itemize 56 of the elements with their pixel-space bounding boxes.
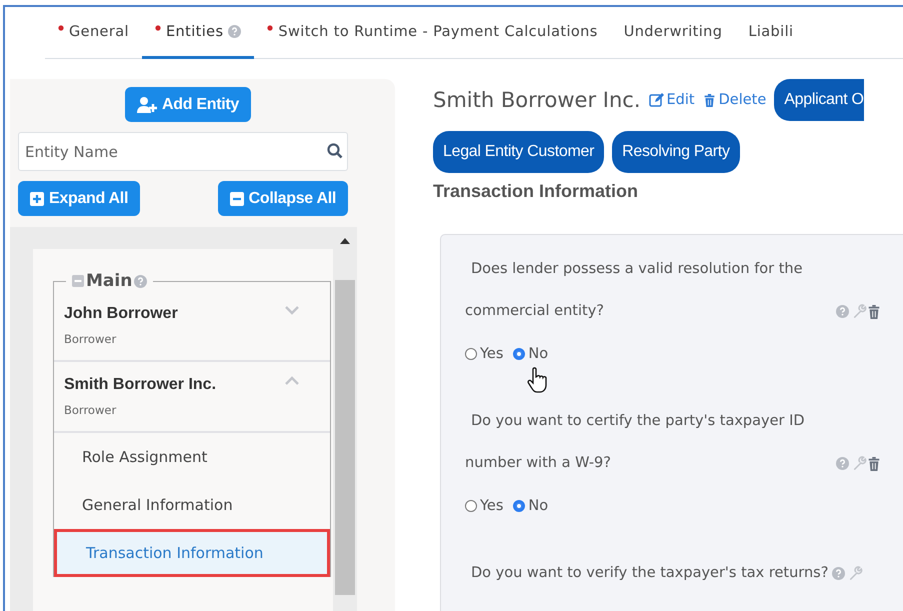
help-icon bbox=[836, 305, 849, 318]
help-icon bbox=[836, 457, 849, 470]
help-icon bbox=[832, 567, 846, 580]
group-label: Main bbox=[86, 271, 132, 291]
radio-button[interactable] bbox=[465, 348, 477, 360]
plus-square-icon bbox=[30, 192, 44, 206]
radio-label: Yes bbox=[480, 346, 504, 362]
radio-label: No bbox=[528, 346, 548, 362]
entity-item[interactable]: Smith Borrower Inc. Borrower bbox=[54, 362, 330, 433]
trash-icon[interactable] bbox=[702, 94, 716, 106]
expand-all-button[interactable]: Expand All bbox=[18, 181, 140, 216]
role-badge[interactable]: Legal Entity Customer bbox=[433, 131, 604, 173]
add-user-icon bbox=[137, 96, 157, 112]
tab[interactable]: Underwriting bbox=[610, 7, 736, 59]
radio-button[interactable] bbox=[513, 348, 526, 360]
entity-section-item[interactable]: General Information bbox=[54, 481, 330, 529]
help-icon bbox=[134, 274, 148, 288]
entity-name: Smith Borrower Inc. bbox=[64, 376, 216, 394]
entity-title: Smith Borrower Inc. bbox=[433, 88, 641, 112]
tab[interactable]: Switch to Runtime - Payment Calculations bbox=[254, 7, 611, 59]
entity-section-item[interactable]: Transaction Information bbox=[54, 529, 330, 577]
search-icon[interactable] bbox=[327, 143, 343, 159]
hand-cursor-icon bbox=[527, 367, 549, 393]
role-badge[interactable]: Applicant O bbox=[774, 79, 864, 121]
delete-link[interactable]: Delete bbox=[702, 92, 766, 108]
radio-label: Yes bbox=[480, 498, 504, 514]
edit-icon bbox=[648, 93, 664, 107]
scrollbar-thumb[interactable] bbox=[335, 280, 355, 595]
search-field[interactable]: Entity Name bbox=[18, 132, 348, 171]
minus-square-icon bbox=[230, 192, 244, 206]
trash-icon[interactable] bbox=[867, 304, 881, 319]
radio-button[interactable] bbox=[465, 500, 477, 512]
required-marker-icon bbox=[154, 24, 161, 30]
radio-button[interactable] bbox=[513, 500, 526, 512]
tab[interactable]: Entities bbox=[142, 7, 254, 59]
edit-link[interactable]: Edit bbox=[648, 92, 695, 108]
role-badge[interactable]: Resolving Party bbox=[612, 131, 740, 173]
question-text: Does lender possess a valid resolution for the commercial entity? bbox=[465, 260, 804, 321]
collapse-all-button[interactable]: Collapse All bbox=[218, 181, 348, 216]
entity-role: Borrower bbox=[64, 332, 118, 346]
entity-section-item[interactable]: Role Assignment bbox=[54, 433, 330, 481]
radio-label: No bbox=[528, 498, 548, 514]
question-text: Do you want to certify the party's taxpayer ID number with a W-9? bbox=[465, 412, 806, 473]
help-icon bbox=[228, 25, 242, 38]
scroll-up-icon[interactable] bbox=[340, 238, 350, 244]
required-marker-icon bbox=[58, 24, 64, 30]
entity-item[interactable]: John Borrower Borrower bbox=[54, 291, 330, 362]
entity-name: John Borrower bbox=[64, 305, 178, 323]
trash-icon[interactable] bbox=[867, 456, 881, 471]
entity-role: Borrower bbox=[64, 403, 118, 417]
add-entity-button[interactable]: Add Entity bbox=[125, 87, 251, 122]
tab[interactable]: Liabili bbox=[735, 7, 806, 59]
tab[interactable]: General bbox=[45, 7, 142, 59]
required-marker-icon bbox=[267, 24, 274, 30]
question-text: Do you want to verify the taxpayer's tax returns? bbox=[470, 564, 828, 583]
section-title: Transaction Information bbox=[433, 181, 640, 202]
